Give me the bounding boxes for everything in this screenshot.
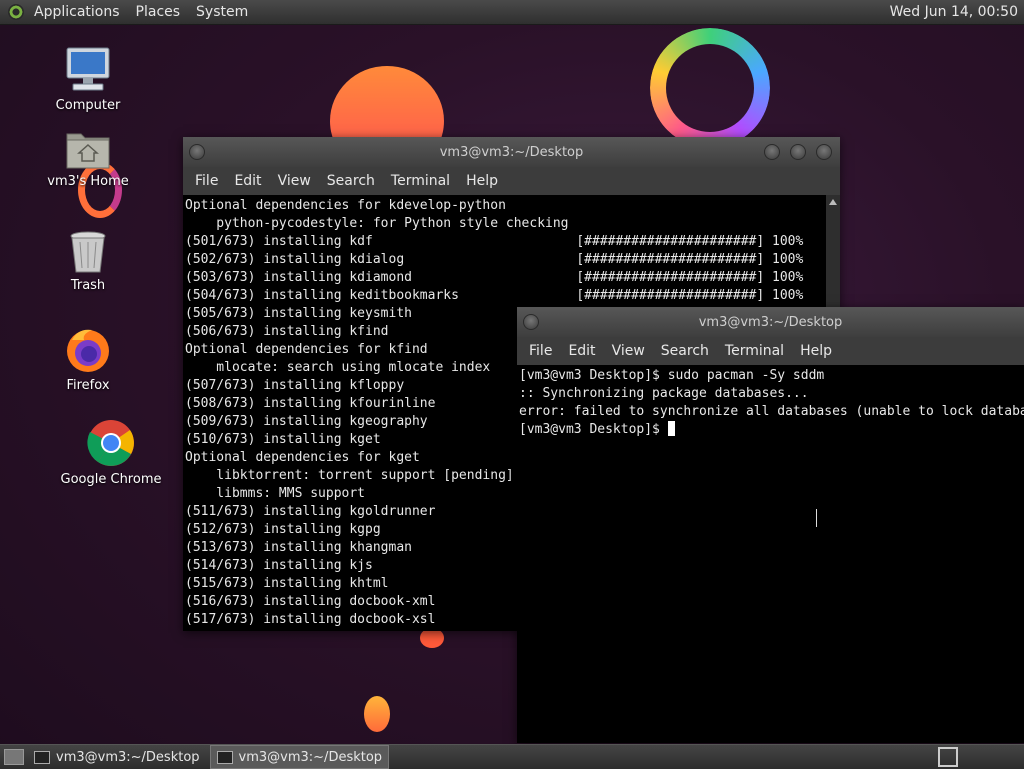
- menu-places[interactable]: Places: [128, 0, 189, 25]
- computer-icon: [66, 47, 110, 91]
- close-icon[interactable]: [816, 144, 832, 160]
- window-menu-icon[interactable]: [189, 144, 205, 160]
- panel-clock[interactable]: Wed Jun 14, 00:50: [890, 4, 1024, 20]
- taskbar-item-label: vm3@vm3:~/Desktop: [56, 749, 200, 765]
- desktop-icon-label: Computer: [55, 98, 121, 113]
- window-title: vm3@vm3:~/Desktop: [439, 144, 584, 160]
- top-panel: Applications Places System Wed Jun 14, 0…: [0, 0, 1024, 25]
- chrome-icon: [87, 420, 134, 466]
- desktop-icon-firefox[interactable]: Firefox: [38, 326, 138, 393]
- menu-terminal[interactable]: Terminal: [717, 343, 792, 359]
- taskbar-item-1[interactable]: vm3@vm3:~/Desktop: [28, 746, 206, 768]
- workspace-switcher-icon[interactable]: [938, 747, 958, 767]
- menu-applications[interactable]: Applications: [26, 0, 128, 25]
- desktop-icon-trash[interactable]: Trash: [38, 230, 138, 293]
- taskbar-item-2[interactable]: vm3@vm3:~/Desktop: [209, 745, 390, 769]
- menu-help[interactable]: Help: [458, 173, 506, 189]
- window-menu-icon[interactable]: [523, 314, 539, 330]
- menu-view[interactable]: View: [270, 173, 319, 189]
- desktop-icon-home[interactable]: vm3's Home: [38, 128, 138, 189]
- home-folder-icon: [66, 133, 110, 169]
- terminal-line: :: Synchronizing package databases...: [519, 386, 809, 401]
- terminal-line: python-pycodestyle: for Python style che…: [185, 216, 569, 231]
- desktop-icon-computer[interactable]: Computer: [38, 46, 138, 113]
- taskbar-item-label: vm3@vm3:~/Desktop: [238, 749, 383, 765]
- terminal-menubar: File Edit View Search Terminal Help: [183, 167, 840, 195]
- terminal-line: (501/673) installing kdf [##############…: [185, 234, 804, 249]
- show-desktop-icon[interactable]: [4, 749, 24, 765]
- desktop-icon-label: Google Chrome: [60, 472, 162, 487]
- maximize-icon[interactable]: [790, 144, 806, 160]
- distro-logo-icon[interactable]: [8, 4, 24, 20]
- bottom-panel: vm3@vm3:~/Desktop vm3@vm3:~/Desktop: [0, 744, 1024, 769]
- window-titlebar[interactable]: vm3@vm3:~/Desktop: [183, 137, 840, 167]
- mouse-ibeam-cursor-icon: [816, 509, 820, 527]
- wallpaper-orange-drop: [364, 696, 390, 732]
- shell-prompt: [vm3@vm3 Desktop]$: [519, 422, 668, 437]
- terminal-window-2[interactable]: vm3@vm3:~/Desktop File Edit View Search …: [517, 307, 1024, 743]
- menu-system[interactable]: System: [188, 0, 256, 25]
- menu-file[interactable]: File: [187, 173, 226, 189]
- desktop-icon-label: Firefox: [66, 378, 110, 393]
- text-cursor: [667, 421, 675, 436]
- menu-search[interactable]: Search: [319, 173, 383, 189]
- terminal-line: (503/673) installing kdiamond [#########…: [185, 270, 804, 285]
- desktop-icon-chrome[interactable]: Google Chrome: [56, 418, 166, 487]
- terminal-output[interactable]: [vm3@vm3 Desktop]$ sudo pacman -Sy sddm:…: [517, 365, 1024, 743]
- menu-edit[interactable]: Edit: [226, 173, 269, 189]
- prompt-line: [vm3@vm3 Desktop]$: [519, 421, 1024, 439]
- minimize-icon[interactable]: [764, 144, 780, 160]
- firefox-icon: [67, 329, 109, 372]
- wallpaper-gradient-ring: [650, 28, 770, 148]
- terminal-line: (504/673) installing keditbookmarks [###…: [185, 288, 804, 303]
- terminal-icon: [34, 750, 50, 764]
- scroll-up-arrow-icon[interactable]: [829, 199, 837, 205]
- wallpaper-red-drop: [420, 628, 444, 648]
- window-titlebar[interactable]: vm3@vm3:~/Desktop: [517, 307, 1024, 337]
- terminal-line: [vm3@vm3 Desktop]$ sudo pacman -Sy sddm: [519, 368, 825, 383]
- desktop-icon-label: vm3's Home: [47, 174, 129, 189]
- menu-search[interactable]: Search: [653, 343, 717, 359]
- menu-edit[interactable]: Edit: [560, 343, 603, 359]
- terminal-icon: [216, 750, 233, 764]
- terminal-line: error: failed to synchronize all databas…: [519, 404, 1024, 419]
- menu-view[interactable]: View: [604, 343, 653, 359]
- window-title: vm3@vm3:~/Desktop: [698, 314, 843, 330]
- terminal-menubar: File Edit View Search Terminal Help: [517, 337, 1024, 365]
- menu-terminal[interactable]: Terminal: [383, 173, 458, 189]
- menu-help[interactable]: Help: [792, 343, 840, 359]
- trash-icon: [70, 231, 106, 273]
- terminal-line: Optional dependencies for kdevelop-pytho…: [185, 198, 506, 213]
- desktop-icon-label: Trash: [70, 278, 106, 293]
- terminal-line: (502/673) installing kdialog [##########…: [185, 252, 804, 267]
- menu-file[interactable]: File: [521, 343, 560, 359]
